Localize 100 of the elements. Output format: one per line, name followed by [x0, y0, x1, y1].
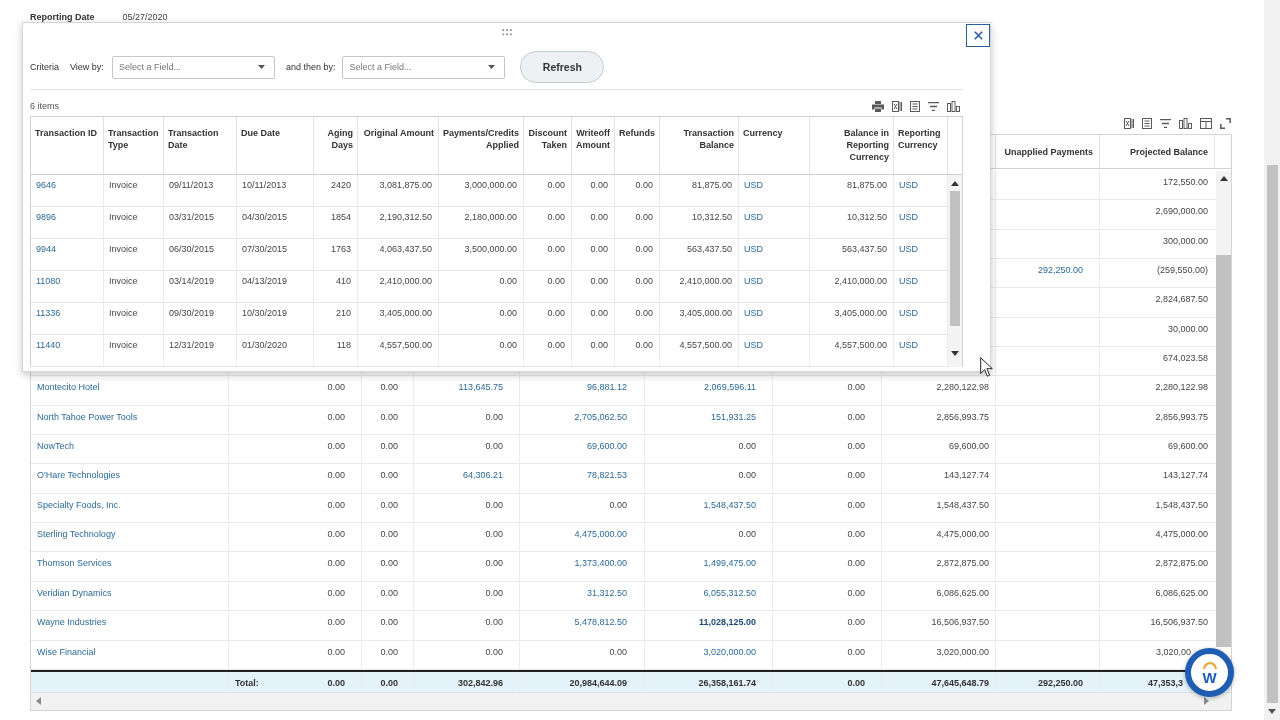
column-header[interactable]: Original Amount [358, 117, 439, 174]
table-cell: 6,086,625.00 [936, 586, 989, 599]
scrollbar[interactable] [948, 175, 962, 367]
scrollbar-thumb[interactable] [1216, 255, 1231, 647]
table-link[interactable]: 96,881.12 [586, 381, 627, 394]
select-field[interactable]: Select a Field... [111, 55, 275, 79]
table-link[interactable]: 4,475,000.00 [574, 528, 627, 541]
printer-icon[interactable] [872, 100, 884, 112]
expand-icon[interactable] [1220, 117, 1231, 129]
table-link[interactable]: NowTech [37, 440, 74, 453]
drag-handle-icon[interactable] [501, 29, 512, 36]
column-header[interactable]: Transaction ID [31, 117, 104, 174]
right-triangle-icon[interactable] [1204, 697, 1209, 706]
table-layout-icon[interactable] [1200, 117, 1212, 129]
table-link[interactable]: O'Hare Technologies [37, 469, 121, 482]
scrollbar[interactable] [1216, 171, 1231, 647]
table-cell: 3,081,875.00 [379, 179, 432, 191]
table-link[interactable]: USD [899, 339, 918, 351]
spreadsheet-icon[interactable] [1124, 117, 1134, 129]
field-value: 05/27/2020 [122, 11, 168, 23]
table-link[interactable]: 69,600.00 [586, 440, 627, 453]
table-link[interactable]: USD [899, 275, 918, 287]
table-cell: 563,437.50 [686, 243, 732, 255]
table-link[interactable]: North Tahoe Power Tools [37, 410, 138, 423]
table-link[interactable]: 9896 [36, 211, 57, 223]
table-cell: 4,557,500.00 [679, 339, 732, 351]
field-label: and then by: [285, 61, 336, 73]
table-link[interactable]: Montecito Hotel [37, 381, 100, 394]
table-link[interactable]: USD [744, 179, 763, 191]
select-field[interactable]: Select a Field... [342, 55, 506, 79]
table-link[interactable]: Veridian Dynamics [37, 586, 112, 599]
table-link[interactable]: Thomson Services [37, 557, 112, 570]
table-link[interactable]: USD [744, 339, 763, 351]
scrollbar[interactable] [1264, 0, 1280, 720]
document-lines-icon[interactable] [1142, 117, 1152, 129]
table-link[interactable]: USD [899, 179, 918, 191]
table-link[interactable]: 11,028,125.00 [698, 616, 756, 629]
close-button[interactable] [966, 24, 990, 47]
table-link[interactable]: USD [899, 307, 918, 319]
table-link[interactable]: USD [744, 243, 763, 255]
table-link[interactable]: USD [899, 211, 918, 223]
table-link[interactable]: 2,069,596.11 [704, 381, 756, 394]
filter-icon[interactable] [1160, 118, 1171, 128]
table-cell: 0.00 [380, 616, 398, 629]
table-link[interactable]: 11080 [36, 275, 61, 287]
table-link[interactable]: Wayne Industries [37, 616, 107, 629]
column-header[interactable]: Transaction Date [164, 117, 237, 174]
table-link[interactable]: 5,478,812.50 [574, 616, 627, 629]
up-triangle-icon[interactable] [1219, 175, 1228, 181]
table-link[interactable]: 113,645.75 [458, 381, 503, 394]
column-header[interactable]: Balance in Reporting Currency [810, 117, 894, 174]
down-triangle-icon[interactable] [951, 350, 959, 356]
column-header[interactable]: Unapplied Payments [996, 135, 1100, 168]
table-link[interactable]: 64,306.21 [462, 469, 503, 482]
column-header[interactable]: Projected Balance [1100, 135, 1215, 168]
refresh-button[interactable]: Refresh [520, 51, 605, 83]
table-link[interactable]: 1,373,400.00 [574, 557, 627, 570]
table-link[interactable]: USD [744, 275, 763, 287]
table-link[interactable]: 9944 [36, 243, 57, 255]
column-header[interactable]: Writeoff Amount [572, 117, 615, 174]
table-link[interactable]: 3,020,000.00 [703, 645, 756, 658]
bar-chart-icon[interactable] [1179, 117, 1192, 129]
table-cell: 0.00 [847, 440, 865, 453]
column-header[interactable]: Refunds [615, 117, 660, 174]
table-cell: 0.00 [738, 440, 756, 453]
table-link[interactable]: 9646 [36, 179, 57, 191]
column-header[interactable]: Transaction Type [104, 117, 164, 174]
table-link[interactable]: 151,931.25 [710, 410, 756, 423]
table-link[interactable]: USD [744, 211, 763, 223]
up-triangle-icon[interactable] [951, 180, 959, 186]
table-link[interactable]: 2,705,062.50 [574, 410, 627, 423]
table-link[interactable]: USD [744, 307, 763, 319]
column-header[interactable]: Currency [739, 117, 810, 174]
table-link[interactable]: 1,548,437.50 [703, 498, 756, 511]
table-link[interactable]: 11336 [36, 307, 61, 319]
scrollbar-thumb[interactable] [1266, 165, 1278, 703]
column-header[interactable]: Aging Days [314, 117, 358, 174]
down-triangle-icon[interactable] [1268, 709, 1276, 714]
table-cell: 302,842.96 [457, 676, 503, 689]
table-link[interactable]: Wise Financial [37, 645, 96, 658]
table-link[interactable]: Sterling Technology [37, 528, 116, 541]
left-triangle-icon[interactable] [36, 697, 41, 706]
table-link[interactable]: 78,821.53 [586, 469, 627, 482]
table-link[interactable]: USD [899, 243, 918, 255]
spreadsheet-icon[interactable] [892, 100, 902, 112]
column-header[interactable]: Payments/Credits Applied [439, 117, 524, 174]
table-link[interactable]: Specialty Foods, Inc. [37, 498, 121, 511]
table-link[interactable]: 292,250.00 [1037, 264, 1083, 277]
document-lines-icon[interactable] [910, 100, 920, 112]
column-header[interactable]: Discount Taken [524, 117, 572, 174]
column-header[interactable]: Due Date [237, 117, 314, 174]
filter-icon[interactable] [928, 101, 939, 111]
scrollbar-thumb[interactable] [950, 191, 960, 326]
column-header[interactable]: Reporting Currency [894, 117, 948, 174]
table-link[interactable]: 11440 [36, 339, 61, 351]
bar-chart-icon[interactable] [947, 100, 960, 112]
table-link[interactable]: 1,499,475.00 [703, 557, 756, 570]
table-link[interactable]: 6,055,312.50 [703, 586, 756, 599]
table-link[interactable]: 31,312.50 [586, 586, 627, 599]
column-header[interactable]: Transaction Balance [660, 117, 739, 174]
